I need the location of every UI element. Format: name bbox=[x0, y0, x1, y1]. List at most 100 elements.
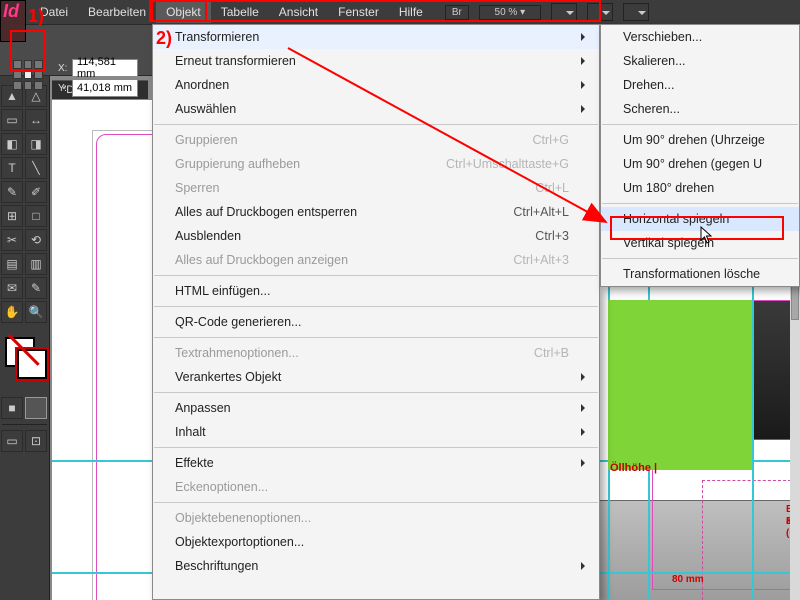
tool-note[interactable]: ✉ bbox=[1, 277, 23, 299]
item-auswaehlen[interactable]: Auswählen bbox=[153, 97, 599, 121]
tool-line[interactable]: ╲ bbox=[25, 157, 47, 179]
menu-datei[interactable]: Datei bbox=[30, 1, 78, 23]
menu-separator bbox=[602, 258, 798, 259]
item-anpassen[interactable]: Anpassen bbox=[153, 396, 599, 420]
tool-gradient-feather[interactable]: ▥ bbox=[25, 253, 47, 275]
menu-tabelle[interactable]: Tabelle bbox=[211, 1, 269, 23]
label-grp-aufheben: Gruppierung aufheben bbox=[175, 157, 300, 171]
label-drehen: Drehen... bbox=[623, 78, 674, 92]
label-skalieren: Skalieren... bbox=[623, 54, 686, 68]
menu-separator bbox=[154, 447, 598, 448]
menu-separator bbox=[154, 337, 598, 338]
label-qr: QR-Code generieren... bbox=[175, 315, 301, 329]
view-options-icon[interactable] bbox=[551, 3, 577, 21]
tool-gradient[interactable]: ▤ bbox=[1, 253, 23, 275]
tool-frame-rect[interactable]: ⊞ bbox=[1, 205, 23, 227]
item-erneut-transformieren[interactable]: Erneut transformieren bbox=[153, 49, 599, 73]
item-inhalt[interactable]: Inhalt bbox=[153, 420, 599, 444]
sc-grp-aufheben: Ctrl+Umschalttaste+G bbox=[446, 157, 569, 171]
tool-page[interactable]: ▭ bbox=[1, 109, 23, 131]
arrange-icon[interactable] bbox=[623, 3, 649, 21]
item-effekte[interactable]: Effekte bbox=[153, 451, 599, 475]
item-skalieren[interactable]: Skalieren... bbox=[601, 49, 799, 73]
item-objektexport[interactable]: Objektexportoptionen... bbox=[153, 530, 599, 554]
item-180[interactable]: Um 180° drehen bbox=[601, 176, 799, 200]
item-entsperren[interactable]: Alles auf Druckbogen entsperrenCtrl+Alt+… bbox=[153, 200, 599, 224]
label-scheren: Scheren... bbox=[623, 102, 680, 116]
item-eckenoptionen: Eckenoptionen... bbox=[153, 475, 599, 499]
item-scheren[interactable]: Scheren... bbox=[601, 97, 799, 121]
tool-separator bbox=[2, 424, 47, 425]
sc-textrahmen: Ctrl+B bbox=[534, 346, 569, 360]
menu-separator bbox=[154, 392, 598, 393]
label-textrahmen: Textrahmenoptionen... bbox=[175, 346, 299, 360]
label-gruppieren: Gruppieren bbox=[175, 133, 238, 147]
tool-view-mode[interactable]: ▭ bbox=[1, 430, 23, 452]
bridge-button[interactable]: Br bbox=[445, 5, 469, 20]
label-ecken: Eckenoptionen... bbox=[175, 480, 268, 494]
label-vspiegeln: Vertikal spiegeln bbox=[623, 236, 714, 250]
item-90-gegen[interactable]: Um 90° drehen (gegen U bbox=[601, 152, 799, 176]
menu-ansicht[interactable]: Ansicht bbox=[269, 1, 328, 23]
tool-apply-gradient[interactable] bbox=[25, 397, 47, 419]
item-transformationen-loeschen[interactable]: Transformationen lösche bbox=[601, 262, 799, 286]
zoom-field[interactable]: 50 % ▾ bbox=[479, 5, 541, 20]
tool-scissors[interactable]: ✂ bbox=[1, 229, 23, 251]
tool-gap[interactable]: ↔ bbox=[25, 109, 47, 131]
y-field[interactable]: 41,018 mm bbox=[72, 79, 138, 97]
tool-transform[interactable]: ⟲ bbox=[25, 229, 47, 251]
label-export: Objektexportoptionen... bbox=[175, 535, 304, 549]
app-logo-glyph: Id bbox=[3, 1, 19, 22]
green-block[interactable] bbox=[608, 300, 752, 470]
label-anpassen: Anpassen bbox=[175, 401, 231, 415]
tool-content[interactable]: ◧ bbox=[1, 133, 23, 155]
tool-type[interactable]: T bbox=[1, 157, 23, 179]
sc-anzeigen: Ctrl+Alt+3 bbox=[513, 253, 569, 267]
item-gruppierung-aufheben: Gruppierung aufheben Ctrl+Umschalttaste+G bbox=[153, 152, 599, 176]
x-field[interactable]: 114,581 mm bbox=[72, 59, 138, 77]
label-loeschen: Transformationen lösche bbox=[623, 267, 760, 281]
item-transformieren[interactable]: Transformieren bbox=[153, 25, 599, 49]
item-90-uhrzeiger[interactable]: Um 90° drehen (Uhrzeige bbox=[601, 128, 799, 152]
item-vertikal-spiegeln[interactable]: Vertikal spiegeln bbox=[601, 231, 799, 255]
item-verankertes-objekt[interactable]: Verankertes Objekt bbox=[153, 365, 599, 389]
reference-point-widget[interactable] bbox=[13, 60, 43, 90]
x-value: 114,581 mm bbox=[77, 56, 133, 80]
tool-hand[interactable]: ✋ bbox=[1, 301, 23, 323]
tool-content-place[interactable]: ◨ bbox=[25, 133, 47, 155]
tool-screen-mode[interactable]: ⊡ bbox=[25, 430, 47, 452]
item-qr-code[interactable]: QR-Code generieren... bbox=[153, 310, 599, 334]
item-drehen[interactable]: Drehen... bbox=[601, 73, 799, 97]
menu-fenster[interactable]: Fenster bbox=[328, 1, 389, 23]
objekt-dropdown: Transformieren Erneut transformieren Ano… bbox=[152, 24, 600, 600]
screen-mode-icon[interactable] bbox=[587, 3, 613, 21]
stroke-swatch[interactable] bbox=[17, 349, 47, 379]
label-90g: Um 90° drehen (gegen U bbox=[623, 157, 762, 171]
item-ausblenden[interactable]: AusblendenCtrl+3 bbox=[153, 224, 599, 248]
menu-bearbeiten[interactable]: Bearbeiten bbox=[78, 1, 156, 23]
item-html-einfuegen[interactable]: HTML einfügen... bbox=[153, 279, 599, 303]
item-textrahmenoptionen: Textrahmenoptionen... Ctrl+B bbox=[153, 341, 599, 365]
menu-hilfe[interactable]: Hilfe bbox=[389, 1, 433, 23]
label-entsperren: Alles auf Druckbogen entsperren bbox=[175, 205, 357, 219]
label-180: Um 180° drehen bbox=[623, 181, 714, 195]
label-transformieren: Transformieren bbox=[175, 30, 259, 44]
tool-pencil[interactable]: ✐ bbox=[25, 181, 47, 203]
tool-eyedropper[interactable]: ✎ bbox=[25, 277, 47, 299]
tool-rect[interactable]: □ bbox=[25, 205, 47, 227]
menu-objekt[interactable]: Objekt bbox=[156, 1, 211, 23]
item-anordnen[interactable]: Anordnen bbox=[153, 73, 599, 97]
label-hspiegeln: Horizontal spiegeln bbox=[623, 212, 729, 226]
item-horizontal-spiegeln[interactable]: Horizontal spiegeln bbox=[601, 207, 799, 231]
tool-pen[interactable]: ✎ bbox=[1, 181, 23, 203]
label-anordnen: Anordnen bbox=[175, 78, 229, 92]
item-beschriftungen[interactable]: Beschriftungen bbox=[153, 554, 599, 578]
y-label: Y: bbox=[58, 83, 67, 94]
item-objektebenen: Objektebenenoptionen... bbox=[153, 506, 599, 530]
sc-gruppieren: Ctrl+G bbox=[533, 133, 569, 147]
tool-zoom[interactable]: 🔍 bbox=[25, 301, 47, 323]
sc-sperren: Ctrl+L bbox=[535, 181, 569, 195]
menu-separator bbox=[602, 124, 798, 125]
tool-apply-color[interactable]: ■ bbox=[1, 397, 23, 419]
item-verschieben[interactable]: Verschieben... bbox=[601, 25, 799, 49]
